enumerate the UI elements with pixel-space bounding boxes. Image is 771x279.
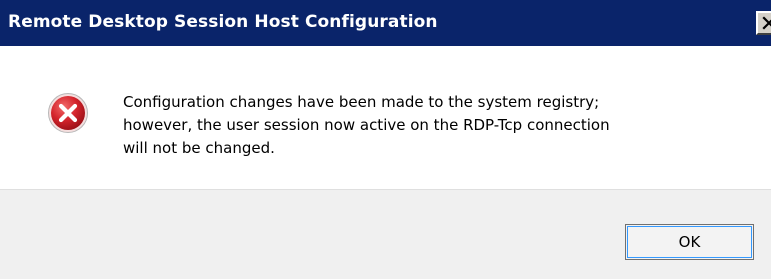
close-button[interactable] <box>756 11 771 35</box>
error-icon <box>48 93 88 133</box>
message-area: Configuration changes have been made to … <box>0 46 771 189</box>
message-text: Configuration changes have been made to … <box>123 91 753 160</box>
message-line: Configuration changes have been made to … <box>123 93 600 111</box>
message-line: will not be changed. <box>123 139 275 157</box>
window-title: Remote Desktop Session Host Configuratio… <box>8 12 438 32</box>
error-dialog: Remote Desktop Session Host Configuratio… <box>0 0 771 279</box>
ok-button[interactable]: OK <box>625 224 754 260</box>
title-bar[interactable]: Remote Desktop Session Host Configuratio… <box>0 0 771 46</box>
close-icon <box>762 16 771 30</box>
message-line: however, the user session now active on … <box>123 116 610 134</box>
button-bar: OK <box>0 189 771 279</box>
